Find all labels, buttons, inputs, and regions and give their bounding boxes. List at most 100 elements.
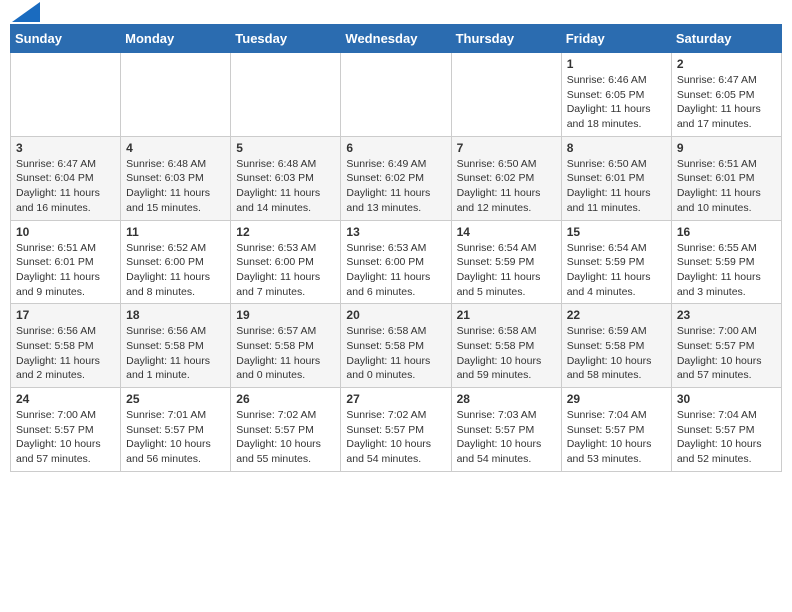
day-number: 17 [16,308,115,322]
day-info: Sunrise: 6:50 AMSunset: 6:01 PMDaylight:… [567,157,666,216]
day-number: 5 [236,141,335,155]
day-info: Sunrise: 6:54 AMSunset: 5:59 PMDaylight:… [457,241,556,300]
calendar-cell: 30Sunrise: 7:04 AMSunset: 5:57 PMDayligh… [671,388,781,472]
calendar-cell: 19 Sunrise: 6:57 AMSunset: 5:58 PMDayligh… [231,304,341,388]
calendar-cell: 28 Sunrise: 7:03 AMSunset: 5:57 PMDayligh… [451,388,561,472]
day-number: 25 [126,392,225,406]
day-info: Sunrise: 6:53 AMSunset: 6:00 PMDaylight:… [346,241,445,300]
calendar-cell: 23Sunrise: 7:00 AMSunset: 5:57 PMDayligh… [671,304,781,388]
weekday-header-saturday: Saturday [671,25,781,53]
weekday-header-monday: Monday [121,25,231,53]
day-number: 19 [236,308,335,322]
day-info: Sunrise: 6:48 AMSunset: 6:03 PMDaylight:… [236,157,335,216]
day-number: 8 [567,141,666,155]
calendar-cell: 12 Sunrise: 6:53 AMSunset: 6:00 PMDayligh… [231,220,341,304]
calendar-cell: 18 Sunrise: 6:56 AMSunset: 5:58 PMDayligh… [121,304,231,388]
calendar-cell: 4 Sunrise: 6:48 AMSunset: 6:03 PMDaylight… [121,136,231,220]
day-info: Sunrise: 6:58 AMSunset: 5:58 PMDaylight:… [346,324,445,383]
calendar-cell: 13 Sunrise: 6:53 AMSunset: 6:00 PMDayligh… [341,220,451,304]
day-info: Sunrise: 6:56 AMSunset: 5:58 PMDaylight:… [16,324,115,383]
day-number: 24 [16,392,115,406]
day-number: 30 [677,392,776,406]
logo [10,10,40,16]
day-number: 22 [567,308,666,322]
weekday-header-friday: Friday [561,25,671,53]
calendar-cell: 8 Sunrise: 6:50 AMSunset: 6:01 PMDaylight… [561,136,671,220]
calendar-cell: 21 Sunrise: 6:58 AMSunset: 5:58 PMDayligh… [451,304,561,388]
day-info: Sunrise: 6:52 AMSunset: 6:00 PMDaylight:… [126,241,225,300]
calendar-cell: 16Sunrise: 6:55 AMSunset: 5:59 PMDayligh… [671,220,781,304]
day-info: Sunrise: 6:59 AMSunset: 5:58 PMDaylight:… [567,324,666,383]
calendar-cell: 10 Sunrise: 6:51 AMSunset: 6:01 PMDayligh… [11,220,121,304]
day-number: 21 [457,308,556,322]
day-info: Sunrise: 7:01 AMSunset: 5:57 PMDaylight:… [126,408,225,467]
day-number: 18 [126,308,225,322]
day-info: Sunrise: 6:47 AMSunset: 6:05 PMDaylight:… [677,73,776,132]
calendar-header-row: SundayMondayTuesdayWednesdayThursdayFrid… [11,25,782,53]
calendar-cell: 15 Sunrise: 6:54 AMSunset: 5:59 PMDayligh… [561,220,671,304]
calendar-cell: 26 Sunrise: 7:02 AMSunset: 5:57 PMDayligh… [231,388,341,472]
calendar-week-2: 3 Sunrise: 6:47 AMSunset: 6:04 PMDaylight… [11,136,782,220]
logo-icon [12,2,40,22]
day-info: Sunrise: 6:58 AMSunset: 5:58 PMDaylight:… [457,324,556,383]
calendar-cell: 2 Sunrise: 6:47 AMSunset: 6:05 PMDaylight… [671,53,781,137]
day-info: Sunrise: 6:47 AMSunset: 6:04 PMDaylight:… [16,157,115,216]
day-number: 14 [457,225,556,239]
page-header [10,10,782,16]
day-info: Sunrise: 7:04 AMSunset: 5:57 PMDaylight:… [567,408,666,467]
calendar-cell: 17 Sunrise: 6:56 AMSunset: 5:58 PMDayligh… [11,304,121,388]
calendar-cell: 9 Sunrise: 6:51 AMSunset: 6:01 PMDaylight… [671,136,781,220]
day-info: Sunrise: 7:02 AMSunset: 5:57 PMDaylight:… [236,408,335,467]
day-number: 2 [677,57,776,71]
day-info: Sunrise: 6:57 AMSunset: 5:58 PMDaylight:… [236,324,335,383]
day-info: Sunrise: 7:03 AMSunset: 5:57 PMDaylight:… [457,408,556,467]
day-number: 12 [236,225,335,239]
calendar-cell: 20 Sunrise: 6:58 AMSunset: 5:58 PMDayligh… [341,304,451,388]
calendar-cell: 24 Sunrise: 7:00 AMSunset: 5:57 PMDayligh… [11,388,121,472]
calendar-cell [11,53,121,137]
calendar-cell [451,53,561,137]
calendar-cell: 3 Sunrise: 6:47 AMSunset: 6:04 PMDaylight… [11,136,121,220]
day-number: 23 [677,308,776,322]
day-number: 4 [126,141,225,155]
day-number: 16 [677,225,776,239]
day-info: Sunrise: 6:50 AMSunset: 6:02 PMDaylight:… [457,157,556,216]
calendar-table: SundayMondayTuesdayWednesdayThursdayFrid… [10,24,782,472]
calendar-cell: 11 Sunrise: 6:52 AMSunset: 6:00 PMDayligh… [121,220,231,304]
calendar-cell: 29Sunrise: 7:04 AMSunset: 5:57 PMDayligh… [561,388,671,472]
day-number: 10 [16,225,115,239]
calendar-cell: 25 Sunrise: 7:01 AMSunset: 5:57 PMDayligh… [121,388,231,472]
calendar-cell: 6 Sunrise: 6:49 AMSunset: 6:02 PMDaylight… [341,136,451,220]
calendar-cell [231,53,341,137]
day-number: 15 [567,225,666,239]
calendar-cell: 7Sunrise: 6:50 AMSunset: 6:02 PMDaylight… [451,136,561,220]
day-number: 13 [346,225,445,239]
day-info: Sunrise: 6:53 AMSunset: 6:00 PMDaylight:… [236,241,335,300]
day-number: 27 [346,392,445,406]
day-number: 20 [346,308,445,322]
day-number: 3 [16,141,115,155]
calendar-cell: 1Sunrise: 6:46 AMSunset: 6:05 PMDaylight… [561,53,671,137]
day-number: 11 [126,225,225,239]
calendar-cell [341,53,451,137]
day-info: Sunrise: 6:51 AMSunset: 6:01 PMDaylight:… [16,241,115,300]
weekday-header-sunday: Sunday [11,25,121,53]
day-info: Sunrise: 6:51 AMSunset: 6:01 PMDaylight:… [677,157,776,216]
day-info: Sunrise: 6:49 AMSunset: 6:02 PMDaylight:… [346,157,445,216]
day-number: 26 [236,392,335,406]
weekday-header-thursday: Thursday [451,25,561,53]
day-info: Sunrise: 7:00 AMSunset: 5:57 PMDaylight:… [16,408,115,467]
calendar-cell: 14 Sunrise: 6:54 AMSunset: 5:59 PMDayligh… [451,220,561,304]
day-info: Sunrise: 6:48 AMSunset: 6:03 PMDaylight:… [126,157,225,216]
calendar-week-3: 10 Sunrise: 6:51 AMSunset: 6:01 PMDayligh… [11,220,782,304]
day-number: 9 [677,141,776,155]
calendar-cell [121,53,231,137]
weekday-header-tuesday: Tuesday [231,25,341,53]
calendar-week-1: 1Sunrise: 6:46 AMSunset: 6:05 PMDaylight… [11,53,782,137]
day-number: 6 [346,141,445,155]
day-info: Sunrise: 6:56 AMSunset: 5:58 PMDaylight:… [126,324,225,383]
day-number: 28 [457,392,556,406]
day-number: 1 [567,57,666,71]
weekday-header-wednesday: Wednesday [341,25,451,53]
day-info: Sunrise: 6:54 AMSunset: 5:59 PMDaylight:… [567,241,666,300]
